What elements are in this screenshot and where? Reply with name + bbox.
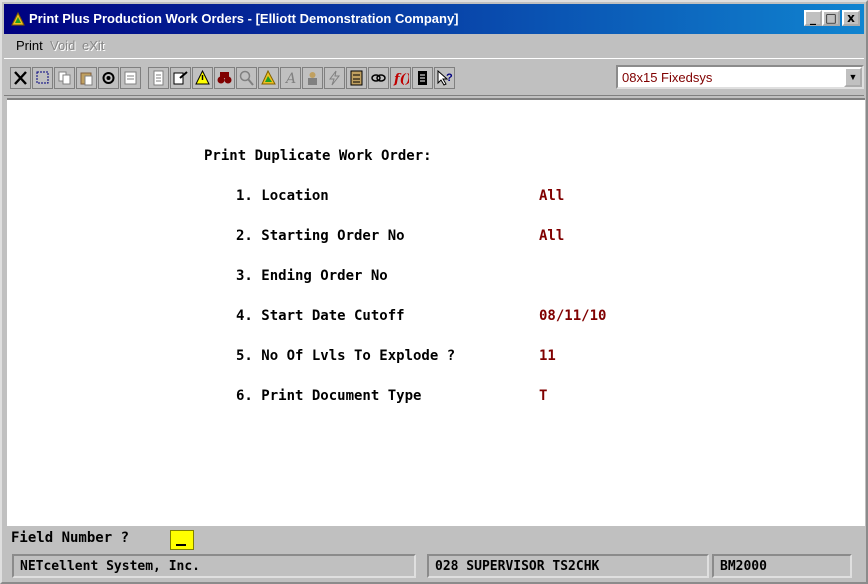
export-icon[interactable] <box>170 67 191 89</box>
svg-text:f(): f() <box>393 72 409 87</box>
close-x-icon[interactable] <box>10 67 31 89</box>
prompt-bar: Field Number ? <box>7 526 865 552</box>
field-value-document-type[interactable]: T <box>539 388 547 404</box>
svg-text:A: A <box>284 71 296 87</box>
status-session: 028 SUPERVISOR TS2CHK <box>435 559 600 574</box>
field-label-starting-order: 2. Starting Order No <box>236 228 405 244</box>
notepad-icon[interactable] <box>412 67 433 89</box>
link-icon[interactable] <box>368 67 389 89</box>
maximize-button[interactable]: □ <box>822 10 840 26</box>
application-window: Print Plus Production Work Orders - [Ell… <box>0 0 868 584</box>
menu-print[interactable]: Print <box>16 38 43 53</box>
binoculars-icon[interactable] <box>214 67 235 89</box>
font-select[interactable]: 08x15 Fixedsys ▼ <box>616 65 864 89</box>
svg-text:?: ? <box>446 72 453 84</box>
chevron-down-icon[interactable]: ▼ <box>844 67 862 87</box>
field-label-ending-order: 3. Ending Order No <box>236 268 388 284</box>
title-bar[interactable]: Print Plus Production Work Orders - [Ell… <box>4 4 864 34</box>
toolbar: A f() ? 08x15 Fixedsys ▼ <box>4 58 864 96</box>
settings-icon[interactable] <box>98 67 119 89</box>
field-number-input[interactable] <box>170 530 194 550</box>
alert-icon[interactable] <box>192 67 213 89</box>
field-value-start-date-cutoff[interactable]: 08/11/10 <box>539 308 606 324</box>
font-a-icon[interactable]: A <box>280 67 301 89</box>
terminal-screen: Print Duplicate Work Order: 1. Location … <box>7 98 865 526</box>
elliott-app-icon <box>11 11 25 26</box>
select-icon[interactable] <box>32 67 53 89</box>
calculator-icon[interactable] <box>346 67 367 89</box>
field-value-levels-to-explode[interactable]: 11 <box>539 348 556 364</box>
field-value-starting-order[interactable]: All <box>539 228 564 244</box>
status-session-panel: 028 SUPERVISOR TS2CHK <box>427 554 709 578</box>
help-cursor-icon[interactable]: ? <box>434 67 455 89</box>
status-module-panel: BM2000 <box>712 554 852 578</box>
properties-icon[interactable] <box>120 67 141 89</box>
status-company-panel: NETcellent System, Inc. <box>12 554 416 578</box>
font-select-value: 08x15 Fixedsys <box>622 70 713 85</box>
status-module: BM2000 <box>720 559 767 574</box>
lightning-icon[interactable] <box>324 67 345 89</box>
form-heading: Print Duplicate Work Order: <box>204 148 432 164</box>
window-title: Print Plus Production Work Orders - [Ell… <box>29 11 459 26</box>
status-bar: NETcellent System, Inc. 028 SUPERVISOR T… <box>7 554 865 582</box>
field-label-location: 1. Location <box>236 188 329 204</box>
field-value-location[interactable]: All <box>539 188 564 204</box>
paste-icon[interactable] <box>76 67 97 89</box>
field-label-levels-to-explode: 5. No Of Lvls To Explode ? <box>236 348 456 364</box>
elliott-icon[interactable] <box>258 67 279 89</box>
menu-exit[interactable]: eXit <box>82 38 104 53</box>
text-cursor <box>176 544 186 546</box>
person-icon[interactable] <box>302 67 323 89</box>
close-button[interactable]: x <box>842 10 860 26</box>
status-company: NETcellent System, Inc. <box>20 559 201 574</box>
minimize-button[interactable]: _ <box>804 10 822 26</box>
menu-void[interactable]: Void <box>50 38 75 53</box>
menu-bar: Print Void eXit <box>4 34 864 58</box>
copy-icon[interactable] <box>54 67 75 89</box>
zoom-icon[interactable] <box>236 67 257 89</box>
field-label-document-type: 6. Print Document Type <box>236 388 422 404</box>
function-icon[interactable]: f() <box>390 67 411 89</box>
field-number-prompt: Field Number ? <box>11 530 130 546</box>
field-label-start-date-cutoff: 4. Start Date Cutoff <box>236 308 405 324</box>
notes-icon[interactable] <box>148 67 169 89</box>
